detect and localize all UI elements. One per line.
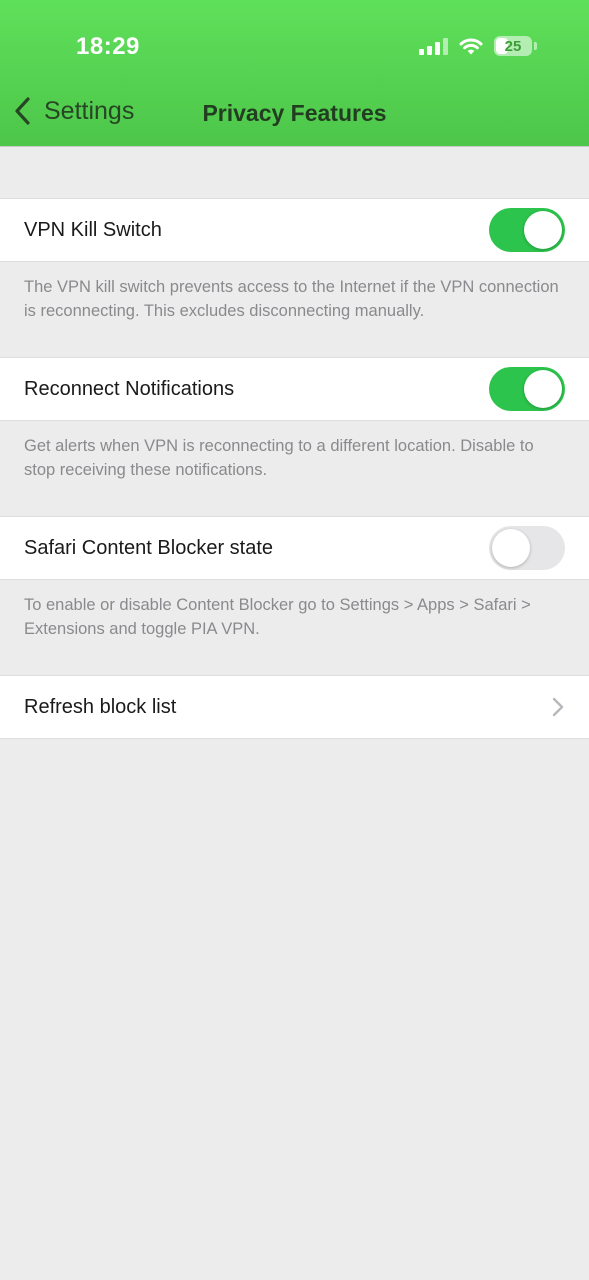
battery-tip	[534, 42, 537, 50]
setting-row-safari-content-blocker: Safari Content Blocker state	[0, 516, 589, 580]
refresh-block-list-row[interactable]: Refresh block list	[0, 675, 589, 739]
status-icons: 25	[419, 36, 537, 56]
wifi-icon	[459, 38, 483, 55]
toggle-knob	[492, 529, 530, 567]
setting-description: The VPN kill switch prevents access to t…	[24, 278, 559, 320]
nav-header: 18:29 25 Settings Privacy Features	[0, 0, 589, 147]
page-title: Privacy Features	[202, 100, 387, 126]
battery-icon: 25	[494, 36, 532, 56]
battery-level: 25	[504, 37, 522, 55]
setting-label: VPN Kill Switch	[24, 218, 162, 241]
safari-content-blocker-toggle[interactable]	[489, 526, 565, 570]
setting-row-vpn-kill-switch: VPN Kill Switch	[0, 198, 589, 262]
reconnect-notifications-toggle[interactable]	[489, 367, 565, 411]
setting-label: Safari Content Blocker state	[24, 536, 274, 559]
chevron-right-icon	[552, 697, 564, 717]
status-time: 18:29	[76, 33, 140, 60]
setting-label: Refresh block list	[24, 695, 177, 718]
toggle-knob	[524, 211, 562, 249]
setting-description: To enable or disable Content Blocker go …	[24, 596, 531, 638]
vpn-kill-switch-toggle[interactable]	[489, 208, 565, 252]
setting-label: Reconnect Notifications	[24, 377, 235, 400]
toggle-knob	[524, 370, 562, 408]
setting-description: Get alerts when VPN is reconnecting to a…	[24, 437, 534, 479]
cellular-signal-icon	[419, 37, 448, 55]
setting-row-reconnect-notifications: Reconnect Notifications	[0, 357, 589, 421]
